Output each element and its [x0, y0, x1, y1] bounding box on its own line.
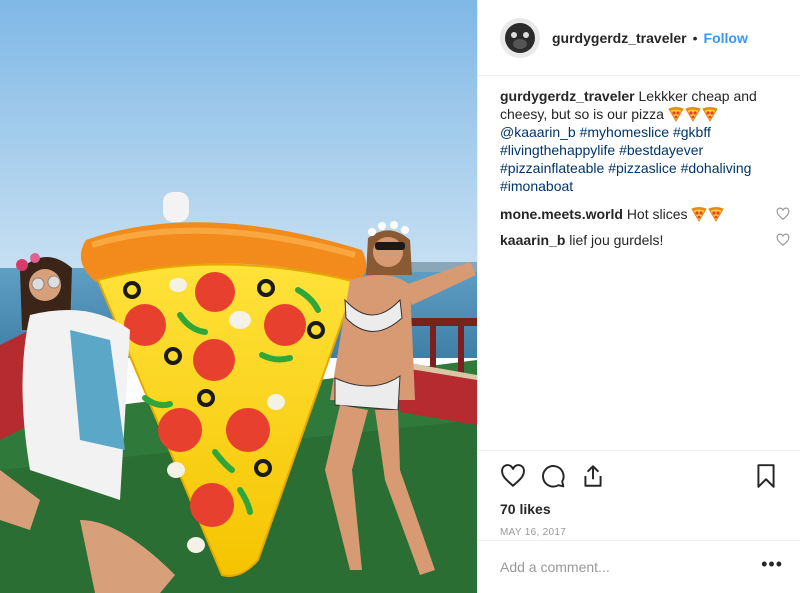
- header-username[interactable]: gurdygerdz_traveler: [552, 30, 687, 46]
- action-icons: [500, 461, 779, 491]
- caption-username[interactable]: gurdygerdz_traveler: [500, 88, 635, 104]
- comment-username[interactable]: mone.meets.world: [500, 206, 623, 222]
- hashtag-link[interactable]: #myhomeslice: [580, 124, 669, 140]
- comment-text: lief jou gurdels!: [569, 232, 664, 248]
- avatar[interactable]: [500, 17, 540, 58]
- post-actions: 70 likes MAY 16, 2017: [478, 450, 800, 538]
- header-separator: •: [692, 29, 698, 46]
- post-image: [0, 0, 477, 593]
- likes-count[interactable]: 70 likes: [500, 501, 779, 517]
- pizza-emoji-icon: [668, 107, 684, 122]
- follow-button[interactable]: Follow: [704, 30, 748, 46]
- caption-mention[interactable]: @kaaarin_b: [500, 124, 576, 140]
- post-header: gurdygerdz_traveler • Follow: [478, 0, 800, 76]
- hashtag-link[interactable]: #pizzaslice: [608, 160, 676, 176]
- post-caption: gurdygerdz_traveler Lekkker cheap and ch…: [500, 87, 790, 195]
- post-photo[interactable]: [0, 0, 477, 593]
- more-options-button[interactable]: •••: [761, 555, 783, 575]
- comment-text: Hot slices: [626, 206, 688, 222]
- hashtag-link[interactable]: #bestdayever: [619, 142, 703, 158]
- bookmark-icon[interactable]: [753, 463, 779, 489]
- comment-like-icon[interactable]: [776, 207, 790, 221]
- pizza-emoji-icon: [685, 107, 701, 122]
- comment-icon[interactable]: [540, 463, 566, 489]
- comment-input[interactable]: [500, 559, 762, 575]
- comments-list: gurdygerdz_traveler Lekkker cheap and ch…: [500, 87, 790, 257]
- add-comment-bar: •••: [478, 540, 800, 593]
- hashtag-link[interactable]: #pizzainflateable: [500, 160, 604, 176]
- caption-emojis: [668, 106, 719, 122]
- share-icon[interactable]: [580, 463, 606, 489]
- pizza-emoji-icon: [691, 207, 708, 222]
- heart-icon[interactable]: [500, 463, 526, 489]
- hashtag-link[interactable]: #gkbff: [673, 124, 711, 140]
- post-sidebar: gurdygerdz_traveler • Follow gurdygerdz_…: [477, 0, 800, 593]
- hashtag-link[interactable]: #livingthehappylife: [500, 142, 615, 158]
- avatar-image: [500, 17, 540, 58]
- comment-username[interactable]: kaaarin_b: [500, 232, 565, 248]
- comment-item: mone.meets.world Hot slices: [500, 205, 790, 223]
- hashtag-link[interactable]: #imonaboat: [500, 178, 573, 194]
- hashtag-link[interactable]: #dohaliving: [681, 160, 752, 176]
- post-date: MAY 16, 2017: [500, 527, 567, 538]
- comment-item: kaaarin_b lief jou gurdels!: [500, 231, 790, 249]
- comment-emojis: [691, 206, 725, 222]
- pizza-emoji-icon: [708, 207, 725, 222]
- pizza-emoji-icon: [702, 107, 718, 122]
- comment-like-icon[interactable]: [776, 233, 790, 247]
